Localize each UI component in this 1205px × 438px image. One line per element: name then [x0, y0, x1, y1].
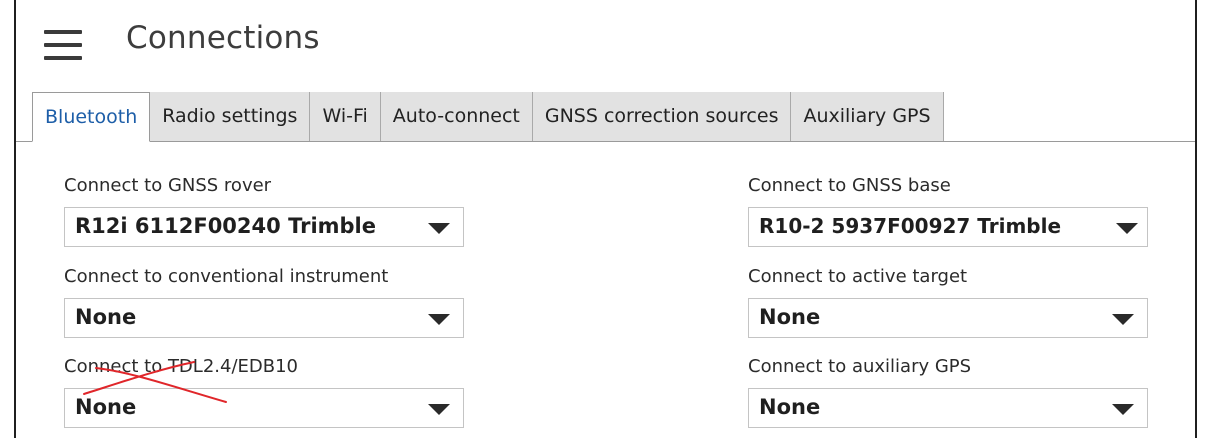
chevron-down-icon — [428, 314, 450, 325]
gnss-base-label: Connect to GNSS base — [748, 175, 951, 196]
tab-gnss-correction-sources[interactable]: GNSS correction sources — [532, 92, 792, 141]
header: Connections — [16, 0, 1195, 88]
auxiliary-gps-dropdown[interactable]: None — [748, 388, 1148, 428]
chevron-down-icon — [428, 223, 450, 234]
connections-screen: Connections Bluetooth Radio settings Wi-… — [14, 0, 1197, 438]
page-title: Connections — [126, 20, 320, 56]
tab-bluetooth[interactable]: Bluetooth — [32, 92, 151, 142]
tdl-value: None — [75, 395, 137, 419]
chevron-down-icon — [428, 404, 450, 415]
tab-bar: Bluetooth Radio settings Wi-Fi Auto-conn… — [16, 92, 1195, 142]
active-target-value: None — [759, 305, 821, 329]
auxiliary-gps-label: Connect to auxiliary GPS — [748, 356, 972, 377]
gnss-rover-value: R12i 6112F00240 Trimble — [75, 214, 376, 238]
gnss-rover-dropdown[interactable]: R12i 6112F00240 Trimble — [64, 207, 464, 247]
chevron-down-icon — [1112, 314, 1134, 325]
gnss-base-dropdown[interactable]: R10-2 5937F00927 Trimble — [748, 207, 1148, 247]
chevron-down-icon — [1116, 223, 1138, 234]
tab-radio-settings[interactable]: Radio settings — [150, 92, 311, 141]
gnss-rover-label: Connect to GNSS rover — [64, 175, 272, 196]
tab-wi-fi[interactable]: Wi-Fi — [310, 92, 381, 141]
tdl-dropdown[interactable]: None — [64, 388, 464, 428]
conventional-instrument-dropdown[interactable]: None — [64, 298, 464, 338]
conventional-instrument-label: Connect to conventional instrument — [64, 266, 389, 287]
chevron-down-icon — [1112, 404, 1134, 415]
conventional-instrument-value: None — [75, 305, 137, 329]
tdl-label: Connect to TDL2.4/EDB10 — [64, 356, 298, 377]
hamburger-menu-icon[interactable] — [44, 30, 82, 62]
active-target-dropdown[interactable]: None — [748, 298, 1148, 338]
tab-auto-connect[interactable]: Auto-connect — [380, 92, 533, 141]
active-target-label: Connect to active target — [748, 266, 968, 287]
auxiliary-gps-value: None — [759, 395, 821, 419]
gnss-base-value: R10-2 5937F00927 Trimble — [759, 214, 1062, 238]
tab-auxiliary-gps[interactable]: Auxiliary GPS — [791, 92, 944, 141]
